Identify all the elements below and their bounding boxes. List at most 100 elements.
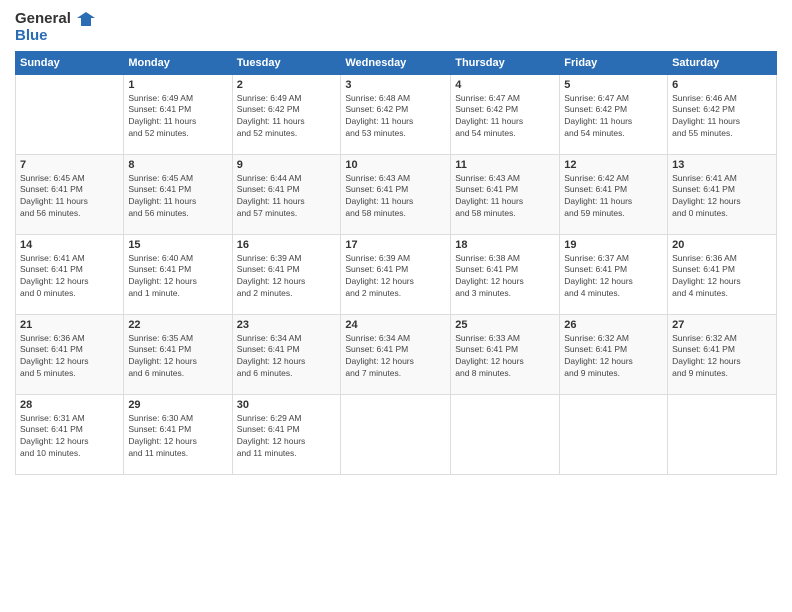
calendar-table: SundayMondayTuesdayWednesdayThursdayFrid…	[15, 51, 777, 475]
calendar-cell: 27 Sunrise: 6:32 AM Sunset: 6:41 PM Dayli…	[668, 314, 777, 394]
day-info: Sunrise: 6:34 AM Sunset: 6:41 PM Dayligh…	[345, 333, 446, 381]
weekday-monday: Monday	[124, 51, 232, 74]
calendar-week-4: 21 Sunrise: 6:36 AM Sunset: 6:41 PM Dayli…	[16, 314, 777, 394]
weekday-wednesday: Wednesday	[341, 51, 451, 74]
calendar-cell: 6 Sunrise: 6:46 AM Sunset: 6:42 PM Daylig…	[668, 74, 777, 154]
day-info: Sunrise: 6:48 AM Sunset: 6:42 PM Dayligh…	[345, 93, 446, 141]
calendar-cell: 4 Sunrise: 6:47 AM Sunset: 6:42 PM Daylig…	[451, 74, 560, 154]
calendar-cell	[16, 74, 124, 154]
logo: General Blue	[15, 10, 95, 45]
day-number: 27	[672, 319, 772, 331]
day-info: Sunrise: 6:47 AM Sunset: 6:42 PM Dayligh…	[455, 93, 555, 141]
calendar-cell: 8 Sunrise: 6:45 AM Sunset: 6:41 PM Daylig…	[124, 154, 232, 234]
day-info: Sunrise: 6:33 AM Sunset: 6:41 PM Dayligh…	[455, 333, 555, 381]
calendar-week-3: 14Sunrise: 6:41 AM Sunset: 6:41 PM Dayli…	[16, 234, 777, 314]
day-number: 4	[455, 79, 555, 91]
day-info: Sunrise: 6:40 AM Sunset: 6:41 PM Dayligh…	[128, 253, 227, 301]
day-number: 25	[455, 319, 555, 331]
calendar-body: 1Sunrise: 6:49 AM Sunset: 6:41 PM Daylig…	[16, 74, 777, 474]
day-number: 22	[128, 319, 227, 331]
day-number: 17	[345, 239, 446, 251]
calendar-cell	[560, 394, 668, 474]
day-info: Sunrise: 6:37 AM Sunset: 6:41 PM Dayligh…	[564, 253, 663, 301]
day-number: 26	[564, 319, 663, 331]
calendar-cell: 29Sunrise: 6:30 AM Sunset: 6:41 PM Dayli…	[124, 394, 232, 474]
day-info: Sunrise: 6:42 AM Sunset: 6:41 PM Dayligh…	[564, 173, 663, 221]
calendar-cell: 25 Sunrise: 6:33 AM Sunset: 6:41 PM Dayli…	[451, 314, 560, 394]
logo-text-general: General	[15, 10, 95, 28]
day-number: 19	[564, 239, 663, 251]
weekday-friday: Friday	[560, 51, 668, 74]
calendar-cell: 26 Sunrise: 6:32 AM Sunset: 6:41 PM Dayli…	[560, 314, 668, 394]
day-number: 6	[672, 79, 772, 91]
calendar-cell: 15Sunrise: 6:40 AM Sunset: 6:41 PM Dayli…	[124, 234, 232, 314]
day-info: Sunrise: 6:47 AM Sunset: 6:42 PM Dayligh…	[564, 93, 663, 141]
day-info: Sunrise: 6:32 AM Sunset: 6:41 PM Dayligh…	[564, 333, 663, 381]
day-info: Sunrise: 6:46 AM Sunset: 6:42 PM Dayligh…	[672, 93, 772, 141]
calendar-cell: 24 Sunrise: 6:34 AM Sunset: 6:41 PM Dayli…	[341, 314, 451, 394]
day-info: Sunrise: 6:45 AM Sunset: 6:41 PM Dayligh…	[20, 173, 119, 221]
day-number: 13	[672, 159, 772, 171]
calendar-cell: 7Sunrise: 6:45 AM Sunset: 6:41 PM Daylig…	[16, 154, 124, 234]
day-info: Sunrise: 6:29 AM Sunset: 6:41 PM Dayligh…	[237, 413, 337, 461]
day-info: Sunrise: 6:36 AM Sunset: 6:41 PM Dayligh…	[672, 253, 772, 301]
day-number: 20	[672, 239, 772, 251]
weekday-header-row: SundayMondayTuesdayWednesdayThursdayFrid…	[16, 51, 777, 74]
calendar-cell: 5 Sunrise: 6:47 AM Sunset: 6:42 PM Daylig…	[560, 74, 668, 154]
day-number: 30	[237, 399, 337, 411]
calendar-cell: 30 Sunrise: 6:29 AM Sunset: 6:41 PM Dayli…	[232, 394, 341, 474]
day-info: Sunrise: 6:39 AM Sunset: 6:41 PM Dayligh…	[345, 253, 446, 301]
calendar-cell: 9 Sunrise: 6:44 AM Sunset: 6:41 PM Daylig…	[232, 154, 341, 234]
logo-text-blue: Blue	[15, 28, 95, 45]
day-number: 28	[20, 399, 119, 411]
calendar-cell: 28 Sunrise: 6:31 AM Sunset: 6:41 PM Dayli…	[16, 394, 124, 474]
logo-bird-icon	[77, 10, 95, 28]
day-info: Sunrise: 6:31 AM Sunset: 6:41 PM Dayligh…	[20, 413, 119, 461]
calendar-cell: 18 Sunrise: 6:38 AM Sunset: 6:41 PM Dayli…	[451, 234, 560, 314]
day-number: 23	[237, 319, 337, 331]
day-info: Sunrise: 6:36 AM Sunset: 6:41 PM Dayligh…	[20, 333, 119, 381]
calendar-cell	[451, 394, 560, 474]
weekday-tuesday: Tuesday	[232, 51, 341, 74]
day-number: 10	[345, 159, 446, 171]
calendar-cell: 16Sunrise: 6:39 AM Sunset: 6:41 PM Dayli…	[232, 234, 341, 314]
day-number: 16	[237, 239, 337, 251]
weekday-thursday: Thursday	[451, 51, 560, 74]
day-number: 5	[564, 79, 663, 91]
day-number: 18	[455, 239, 555, 251]
day-info: Sunrise: 6:49 AM Sunset: 6:41 PM Dayligh…	[128, 93, 227, 141]
calendar-cell: 1Sunrise: 6:49 AM Sunset: 6:41 PM Daylig…	[124, 74, 232, 154]
calendar-cell: 17 Sunrise: 6:39 AM Sunset: 6:41 PM Dayli…	[341, 234, 451, 314]
weekday-sunday: Sunday	[16, 51, 124, 74]
calendar-cell: 22 Sunrise: 6:35 AM Sunset: 6:41 PM Dayli…	[124, 314, 232, 394]
day-info: Sunrise: 6:32 AM Sunset: 6:41 PM Dayligh…	[672, 333, 772, 381]
calendar-week-2: 7Sunrise: 6:45 AM Sunset: 6:41 PM Daylig…	[16, 154, 777, 234]
day-info: Sunrise: 6:38 AM Sunset: 6:41 PM Dayligh…	[455, 253, 555, 301]
calendar-cell: 2Sunrise: 6:49 AM Sunset: 6:42 PM Daylig…	[232, 74, 341, 154]
day-info: Sunrise: 6:43 AM Sunset: 6:41 PM Dayligh…	[345, 173, 446, 221]
day-info: Sunrise: 6:35 AM Sunset: 6:41 PM Dayligh…	[128, 333, 227, 381]
calendar-week-5: 28 Sunrise: 6:31 AM Sunset: 6:41 PM Dayli…	[16, 394, 777, 474]
day-info: Sunrise: 6:44 AM Sunset: 6:41 PM Dayligh…	[237, 173, 337, 221]
day-number: 21	[20, 319, 119, 331]
calendar-week-1: 1Sunrise: 6:49 AM Sunset: 6:41 PM Daylig…	[16, 74, 777, 154]
day-info: Sunrise: 6:41 AM Sunset: 6:41 PM Dayligh…	[20, 253, 119, 301]
day-info: Sunrise: 6:41 AM Sunset: 6:41 PM Dayligh…	[672, 173, 772, 221]
calendar-cell: 23Sunrise: 6:34 AM Sunset: 6:41 PM Dayli…	[232, 314, 341, 394]
day-info: Sunrise: 6:45 AM Sunset: 6:41 PM Dayligh…	[128, 173, 227, 221]
calendar-cell: 20 Sunrise: 6:36 AM Sunset: 6:41 PM Dayli…	[668, 234, 777, 314]
day-number: 9	[237, 159, 337, 171]
day-number: 3	[345, 79, 446, 91]
calendar-cell: 14Sunrise: 6:41 AM Sunset: 6:41 PM Dayli…	[16, 234, 124, 314]
weekday-saturday: Saturday	[668, 51, 777, 74]
day-number: 24	[345, 319, 446, 331]
day-number: 8	[128, 159, 227, 171]
calendar-cell	[341, 394, 451, 474]
calendar-cell: 3 Sunrise: 6:48 AM Sunset: 6:42 PM Daylig…	[341, 74, 451, 154]
day-number: 2	[237, 79, 337, 91]
calendar-cell	[668, 394, 777, 474]
calendar-cell: 19 Sunrise: 6:37 AM Sunset: 6:41 PM Dayli…	[560, 234, 668, 314]
day-number: 11	[455, 159, 555, 171]
page-header: General Blue	[15, 10, 777, 45]
day-number: 29	[128, 399, 227, 411]
